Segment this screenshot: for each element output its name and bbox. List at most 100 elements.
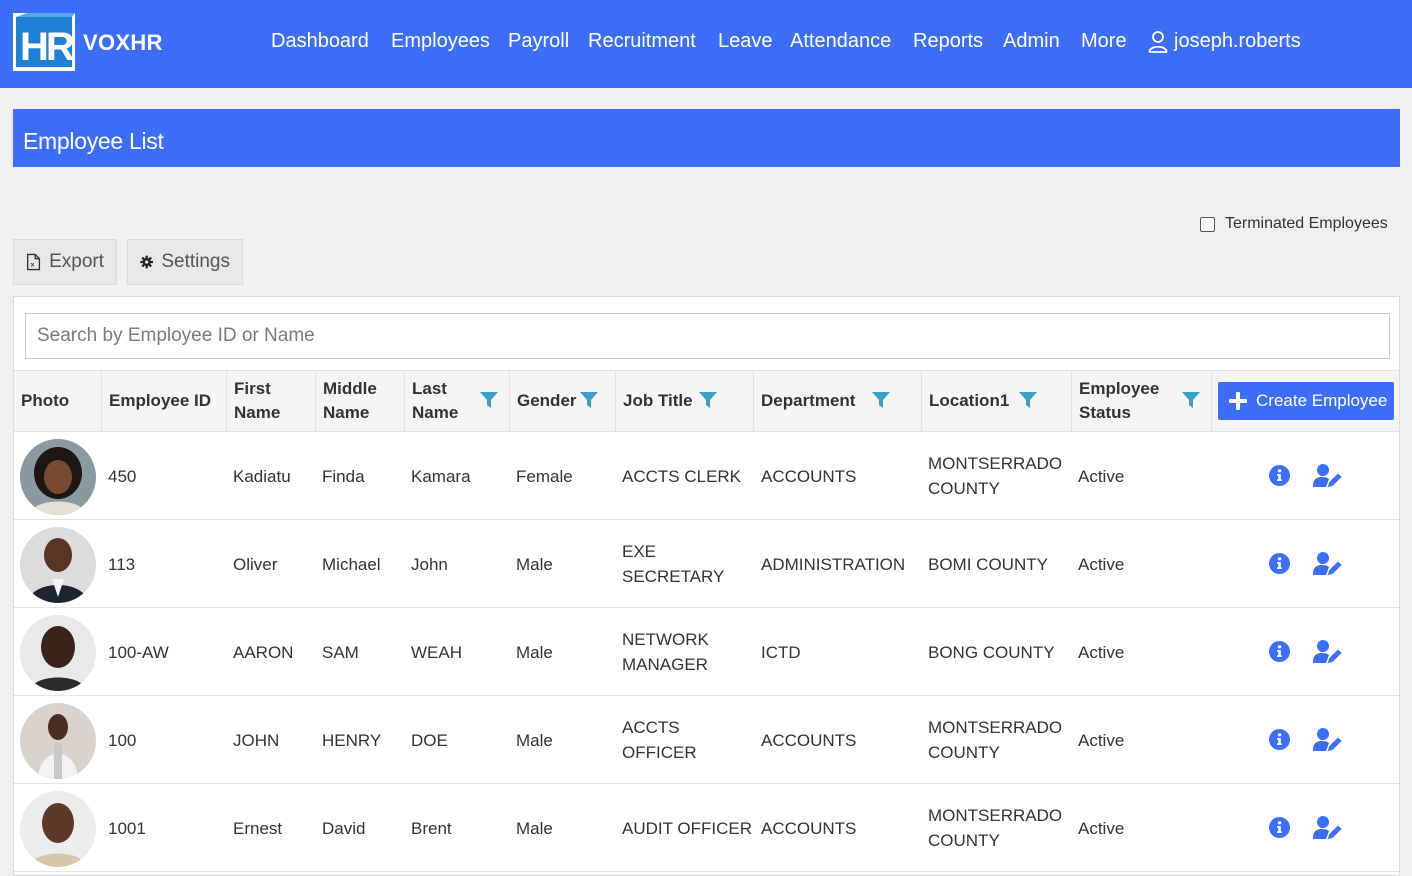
filter-icon[interactable] — [872, 391, 890, 409]
column-header-location[interactable]: Location1 — [922, 371, 1072, 431]
user-icon — [1148, 30, 1168, 53]
employee-photo[interactable] — [20, 527, 96, 603]
employee-status: Active — [1078, 818, 1125, 838]
info-icon[interactable] — [1269, 641, 1290, 662]
column-header-employee-status[interactable]: Employee Status — [1072, 371, 1212, 431]
middle-name: HENRY — [322, 730, 382, 750]
create-employee-label: Create Employee — [1256, 391, 1388, 410]
nav-reports[interactable]: Reports — [913, 30, 983, 53]
edit-user-icon[interactable] — [1313, 464, 1343, 488]
employee-status: Active — [1078, 730, 1125, 750]
column-label-gender: Gender — [517, 391, 577, 410]
employee-id: 450 — [108, 466, 137, 486]
info-icon[interactable] — [1269, 817, 1290, 838]
table-row: 100-AW AARON SAM WEAH Male NETWORK MANAG… — [14, 608, 1399, 696]
column-header-middle-name[interactable]: Middle Name — [316, 371, 405, 431]
employee-photo[interactable] — [20, 791, 96, 867]
middle-name: SAM — [322, 642, 359, 662]
page-title: Employee List — [23, 128, 164, 154]
terminated-employees-checkbox[interactable] — [1200, 216, 1215, 232]
table-row: 450 Kadiatu Finda Kamara Female ACCTS CL… — [14, 432, 1399, 520]
first-name: Ernest — [233, 818, 283, 838]
edit-user-icon[interactable] — [1313, 728, 1343, 752]
avatar-image — [20, 439, 96, 515]
job-title: ACCTS OFFICER — [622, 718, 697, 762]
employee-status: Active — [1078, 554, 1125, 574]
employee-status: Active — [1078, 466, 1125, 486]
info-icon[interactable] — [1269, 465, 1290, 486]
settings-button[interactable]: Settings — [127, 239, 243, 285]
edit-user-icon[interactable] — [1313, 640, 1343, 664]
app-name[interactable]: VOXHR — [83, 30, 163, 56]
avatar-image — [20, 615, 96, 691]
excel-file-icon: x — [27, 253, 41, 271]
terminated-employees-label: Terminated Employees — [1225, 215, 1388, 232]
nav-employees[interactable]: Employees — [391, 30, 490, 53]
table-row: 113 Oliver Michael John Male EXE SECRETA… — [14, 520, 1399, 608]
app-logo[interactable]: HR — [13, 13, 78, 71]
column-label-job-title: Job Title — [623, 391, 693, 410]
nav-dashboard[interactable]: Dashboard — [271, 30, 369, 53]
employee-table-panel: Photo Employee ID First Name Middle Name… — [13, 296, 1400, 876]
employee-id: 100 — [108, 730, 137, 750]
svg-text:HR: HR — [20, 25, 75, 69]
svg-text:x: x — [31, 262, 35, 269]
table-header: Photo Employee ID First Name Middle Name… — [14, 370, 1399, 432]
department: ACCOUNTS — [761, 730, 857, 750]
avatar-image — [20, 527, 96, 603]
filter-icon[interactable] — [1019, 391, 1037, 409]
employee-photo[interactable] — [20, 615, 96, 691]
create-employee-button[interactable]: Create Employee — [1218, 382, 1394, 420]
nav-attendance[interactable]: Attendance — [790, 30, 891, 53]
employee-search-input[interactable] — [25, 313, 1390, 359]
column-header-photo: Photo — [14, 371, 102, 431]
nav-recruitment[interactable]: Recruitment — [588, 30, 696, 53]
plus-icon — [1229, 392, 1247, 410]
page-header: Employee List — [13, 109, 1400, 167]
hr-logo-icon: HR — [13, 13, 78, 71]
column-header-first-name[interactable]: First Name — [227, 371, 316, 431]
info-icon[interactable] — [1269, 729, 1290, 750]
department: ICTD — [761, 642, 801, 662]
terminated-employees-toggle[interactable]: Terminated Employees — [1200, 215, 1388, 233]
department: ACCOUNTS — [761, 466, 857, 486]
job-title: NETWORK MANAGER — [622, 630, 709, 674]
middle-name: Finda — [322, 466, 365, 486]
export-button[interactable]: x Export — [13, 239, 117, 285]
settings-label: Settings — [161, 251, 230, 272]
gender: Male — [516, 642, 553, 662]
column-header-department[interactable]: Department — [754, 371, 922, 431]
nav-admin[interactable]: Admin — [1003, 30, 1060, 53]
filter-icon[interactable] — [699, 391, 717, 409]
first-name: JOHN — [233, 730, 280, 750]
edit-user-icon[interactable] — [1313, 816, 1343, 840]
column-label-last-name: Last Name — [412, 379, 459, 422]
gender: Female — [516, 466, 573, 486]
column-label-department: Department — [761, 391, 856, 410]
last-name: DOE — [411, 730, 448, 750]
nav-more[interactable]: More — [1081, 30, 1127, 53]
department: ADMINISTRATION — [761, 554, 906, 574]
user-menu[interactable]: joseph.roberts — [1148, 30, 1301, 53]
column-header-gender[interactable]: Gender — [510, 371, 616, 431]
middle-name: David — [322, 818, 366, 838]
user-name: joseph.roberts — [1174, 30, 1301, 52]
export-label: Export — [49, 251, 104, 272]
nav-leave[interactable]: Leave — [718, 30, 773, 53]
employee-photo[interactable] — [20, 703, 96, 779]
employee-photo[interactable] — [20, 439, 96, 515]
first-name: Kadiatu — [233, 466, 291, 486]
info-icon[interactable] — [1269, 553, 1290, 574]
column-header-employee-id[interactable]: Employee ID — [102, 371, 227, 431]
edit-user-icon[interactable] — [1313, 552, 1343, 576]
nav-payroll[interactable]: Payroll — [508, 30, 569, 53]
employee-id: 100-AW — [108, 642, 169, 662]
first-name: AARON — [233, 642, 294, 662]
filter-icon[interactable] — [1182, 391, 1200, 409]
filter-icon[interactable] — [480, 391, 498, 409]
column-header-job-title[interactable]: Job Title — [616, 371, 754, 431]
filter-icon[interactable] — [580, 391, 598, 409]
last-name: Kamara — [411, 466, 471, 486]
middle-name: Michael — [322, 554, 381, 574]
column-header-last-name[interactable]: Last Name — [405, 371, 510, 431]
